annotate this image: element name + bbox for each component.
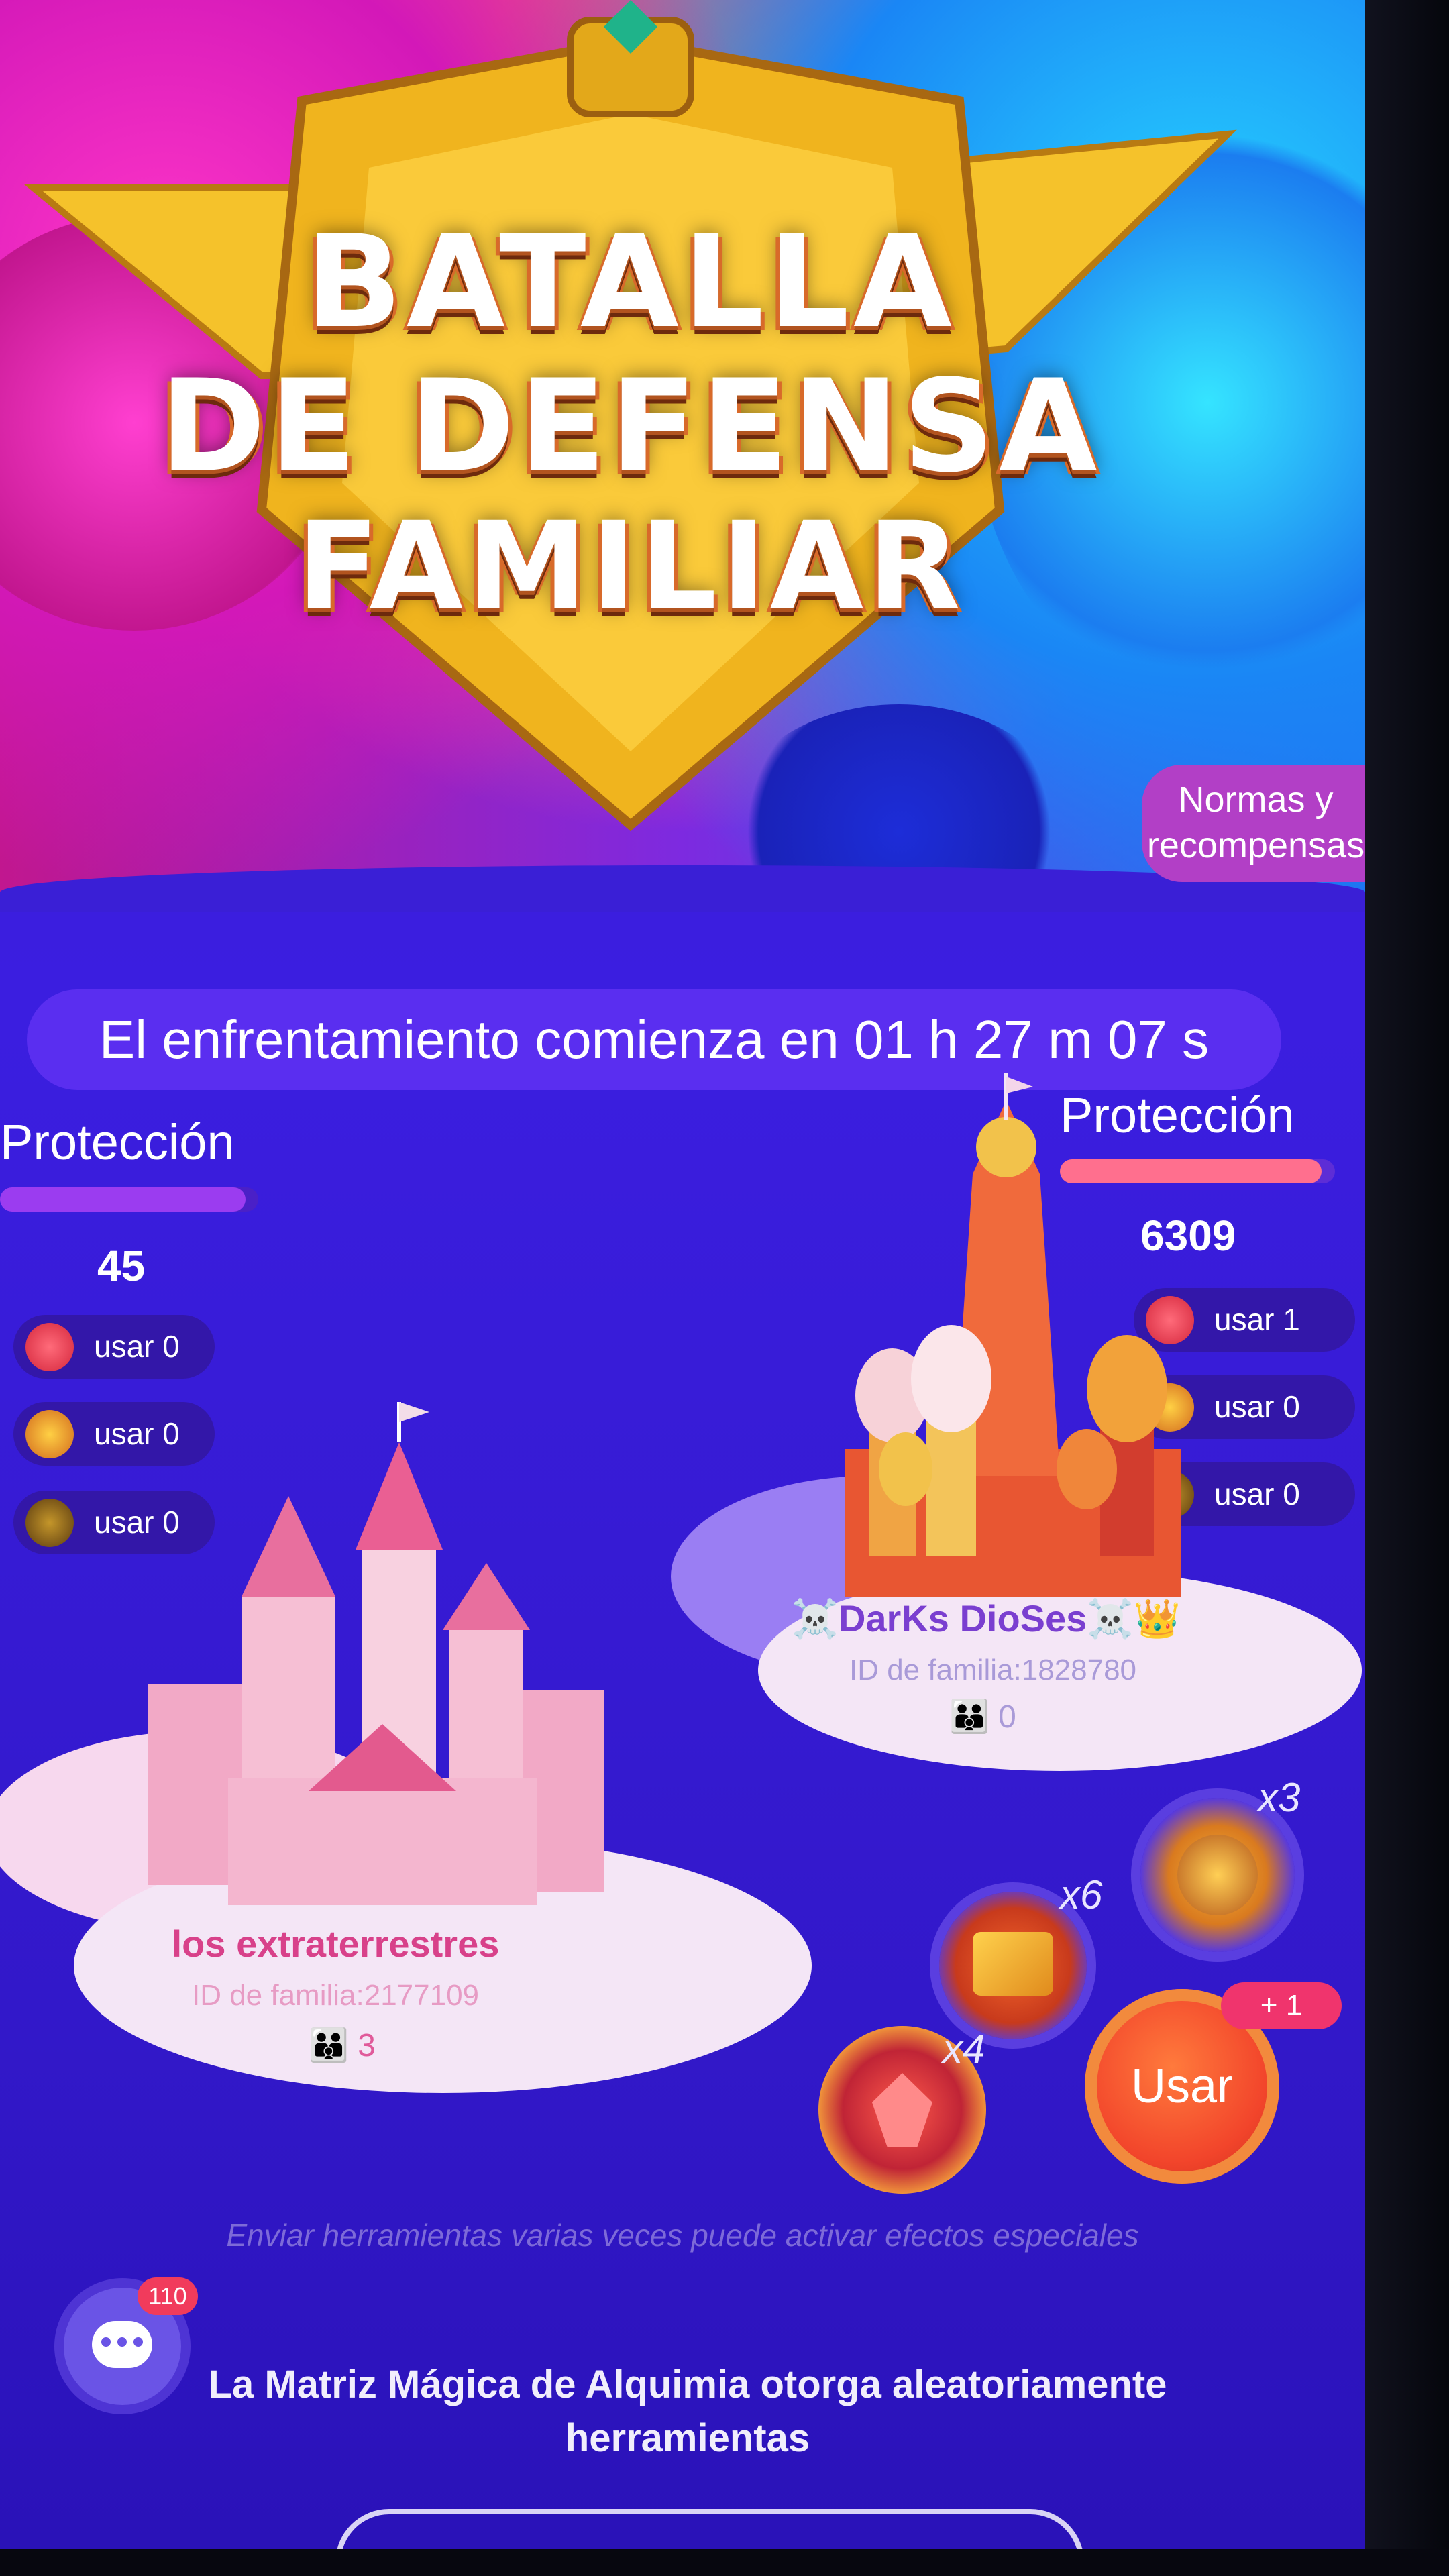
orb-tool-button[interactable] [1140,1798,1295,1952]
book-count: x6 [1060,1872,1103,1917]
left-castle-illustration [148,1402,604,1905]
left-protection-bar-fill [0,1187,246,1212]
rules-rewards-button[interactable]: Normas y recompensas [1142,765,1365,882]
right-tool-label: usar 0 [1214,1389,1300,1424]
golden-orb-icon [1177,1835,1258,1915]
phone-photo: BATALLA DE DEFENSA FAMILIAR Normas y rec… [0,0,1449,2576]
orb-count: x3 [1258,1775,1301,1820]
chat-unread-badge: 110 [138,2277,198,2315]
right-members: 👪 0 [949,1697,1016,1735]
right-tool-label: usar 1 [1214,1302,1300,1337]
left-protection-bar [0,1187,258,1212]
right-family-id: ID de familia:1828780 [849,1654,1137,1686]
left-members-count: 3 [358,2028,376,2063]
phone-bezel-bottom [0,2549,1449,2576]
left-members: 👪 3 [309,2026,376,2064]
crystal-count: x4 [943,2027,985,2072]
left-family-id: ID de familia:2177109 [191,1979,480,2012]
members-icon: 👪 [309,2028,358,2063]
right-castle-illustration [845,1073,1181,1597]
bottom-panel-handle[interactable] [335,2509,1084,2549]
event-banner: BATALLA DE DEFENSA FAMILIAR Normas y rec… [0,0,1365,912]
phone-bezel-right [1365,0,1449,2576]
left-tool-crystal: usar 0 [13,1315,215,1379]
red-crystal-icon [25,1323,74,1371]
title-line-2: DE DEFENSA [160,352,1102,500]
right-family-name: ☠️DarKs DioSes☠️👑 [792,1597,1181,1640]
use-badge: + 1 [1221,1982,1342,2029]
app-screen: BATALLA DE DEFENSA FAMILIAR Normas y rec… [0,0,1365,2549]
right-tool-label: usar 0 [1214,1477,1300,1511]
red-crystal-icon [872,2073,932,2147]
left-tool-label: usar 0 [94,1329,180,1364]
left-protection-label: Protección [0,1114,235,1170]
alchemy-matrix-text: La Matriz Mágica de Alquimia otorga alea… [208,2363,1167,2460]
right-members-count: 0 [998,1699,1016,1735]
golden-orb-icon [25,1499,74,1547]
golden-book-icon [25,1410,74,1458]
golden-book-icon [973,1932,1053,1996]
title-line-3: FAMILIAR [297,496,965,637]
left-protection-value: 45 [97,1242,146,1290]
members-icon: 👪 [949,1699,999,1735]
special-effects-hint: Enviar herramientas varias veces puede a… [226,2218,1139,2253]
chat-bubble-icon [92,2321,152,2368]
title-line-1: BATALLA [305,208,957,356]
left-family-name: los extraterrestres [171,1923,500,1965]
